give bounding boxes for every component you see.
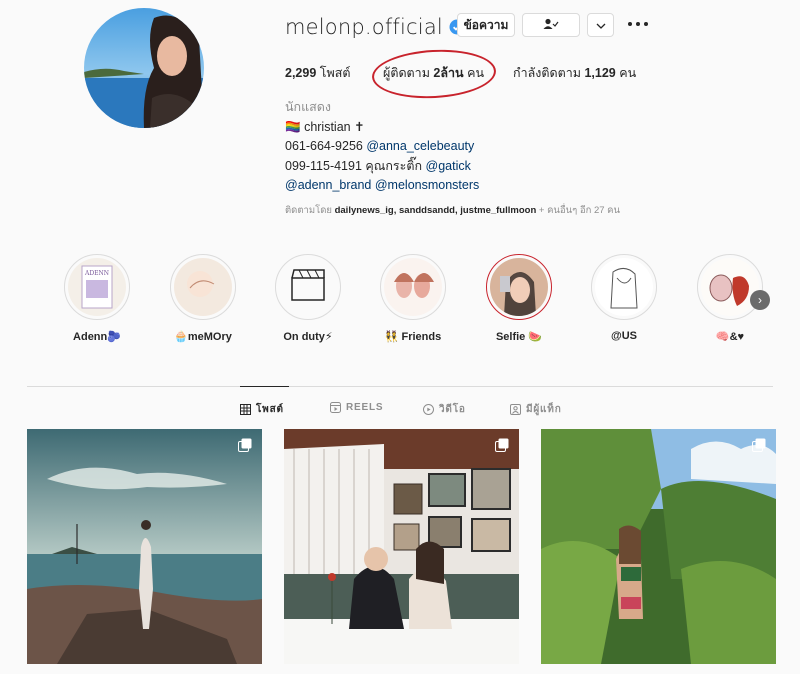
mention-link[interactable]: @adenn_brand <box>285 178 371 192</box>
suggested-dropdown-button[interactable] <box>587 13 614 37</box>
mention-link[interactable]: @melonsmonsters <box>375 178 479 192</box>
tabs-divider <box>27 386 773 387</box>
tab-posts[interactable]: โพสต์ <box>240 402 284 417</box>
followed-by[interactable]: ติดตามโดย dailynews_ig, sanddsandd, just… <box>285 203 620 218</box>
highlight-item[interactable]: @US <box>589 254 659 342</box>
mention-link[interactable]: @anna_celebeauty <box>366 139 474 153</box>
tab-tagged[interactable]: มีผู้แท็ก <box>510 402 562 417</box>
bio-line-1: 🏳️‍🌈 christian ✝ <box>285 119 365 134</box>
highlight-label: @US <box>610 330 637 342</box>
multiple-photos-icon <box>238 438 252 452</box>
post-thumbnail[interactable] <box>284 429 519 664</box>
highlight-label: Adenn🫐 <box>73 331 121 343</box>
more-options-icon[interactable] <box>628 18 648 30</box>
person-check-icon <box>543 18 559 33</box>
reels-icon <box>330 402 341 413</box>
chevron-down-icon <box>596 18 606 32</box>
username: melonp.official <box>285 15 443 39</box>
highlight-label: On duty⚡ <box>283 331 333 343</box>
profile-avatar[interactable] <box>84 8 204 128</box>
highlight-label: Selfie 🍉 <box>495 331 543 343</box>
following-link[interactable]: กำลังติดตาม 1,129 คน <box>513 63 636 83</box>
message-button[interactable]: ข้อความ <box>457 13 515 37</box>
bio-line-3: 099-115-4191 คุณกระติ๊ก @gatick <box>285 158 471 173</box>
highlight-item[interactable]: 🧁meMOry <box>168 254 238 343</box>
following-button[interactable] <box>522 13 580 37</box>
highlight-item[interactable]: ADENN Adenn🫐 <box>62 254 132 343</box>
grid-icon <box>240 404 251 415</box>
profile-bio: นักแสดง 🏳️‍🌈 christian ✝ 061-664-9256 @a… <box>285 98 479 196</box>
active-tab-indicator <box>240 386 289 387</box>
highlight-label: 🧠&♥ <box>715 331 745 343</box>
highlight-label: 👯 Friends <box>384 331 442 343</box>
tab-videos[interactable]: วิดีโอ <box>423 402 466 417</box>
highlights-next-button[interactable]: › <box>750 290 770 310</box>
video-icon <box>423 404 434 415</box>
highlight-item[interactable]: On duty⚡ <box>273 254 343 343</box>
posts-count: 2,299 โพสต์ <box>285 66 351 80</box>
post-thumbnail[interactable] <box>541 429 776 664</box>
post-thumbnail[interactable] <box>27 429 262 664</box>
tag-icon <box>510 404 521 415</box>
rainbow-flag-icon: 🏳️‍🌈 <box>285 119 301 134</box>
annotation-circle <box>370 46 498 102</box>
bio-line-2: 061-664-9256 @anna_celebeauty <box>285 139 475 153</box>
profile-category: นักแสดง <box>285 100 332 114</box>
multiple-photos-icon <box>752 438 766 452</box>
mention-link[interactable]: @gatick <box>426 159 471 173</box>
multiple-photos-icon <box>495 438 509 452</box>
svg-text:ADENN: ADENN <box>84 270 109 277</box>
tab-reels[interactable]: REELS <box>330 402 383 413</box>
bio-line-4: @adenn_brand @melonsmonsters <box>285 176 479 196</box>
highlight-item[interactable]: Selfie 🍉 <box>484 254 554 343</box>
highlight-item[interactable]: 👯 Friends <box>378 254 448 343</box>
highlight-label: 🧁meMOry <box>174 331 232 343</box>
